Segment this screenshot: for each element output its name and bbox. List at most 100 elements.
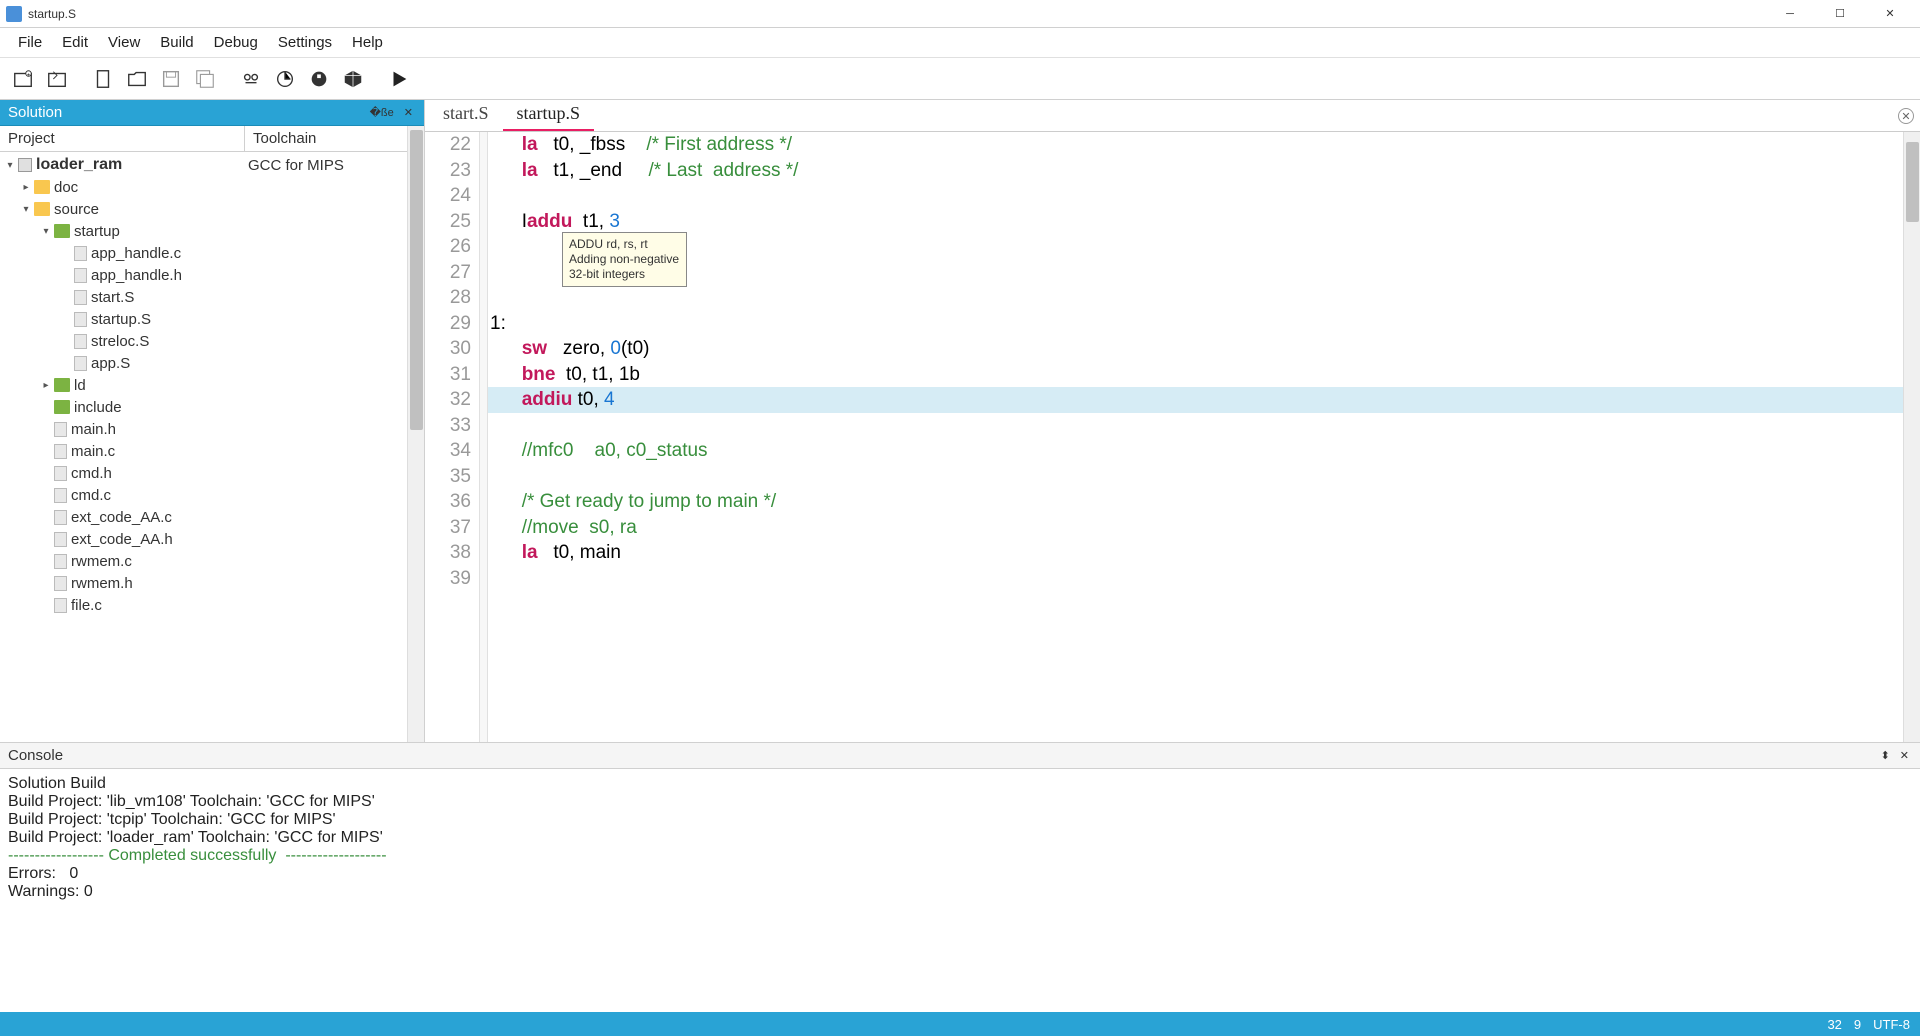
- project-icon: [18, 158, 32, 172]
- app-icon: [6, 6, 22, 22]
- menu-edit[interactable]: Edit: [52, 30, 98, 55]
- menu-help[interactable]: Help: [342, 30, 393, 55]
- tree-folder-include[interactable]: include: [0, 396, 407, 418]
- file-icon: [54, 488, 67, 503]
- folder-icon: [54, 224, 70, 238]
- file-icon: [74, 356, 87, 371]
- tree-folder-doc[interactable]: ▸doc: [0, 176, 407, 198]
- tree-folder-startup[interactable]: ▾startup: [0, 220, 407, 242]
- close-all-tabs-icon[interactable]: ✕: [1898, 108, 1914, 124]
- code-editor[interactable]: 22 23 24 25 26 27 28 29 30 31 32 33 34 3…: [425, 132, 1920, 742]
- tree-file[interactable]: ext_code_AA.h: [0, 528, 407, 550]
- menu-debug[interactable]: Debug: [204, 30, 268, 55]
- line-gutter: 22 23 24 25 26 27 28 29 30 31 32 33 34 3…: [425, 132, 480, 742]
- tree-file[interactable]: main.c: [0, 440, 407, 462]
- titlebar: startup.S ─ ☐ ✕: [0, 0, 1920, 28]
- tree-file[interactable]: rwmem.c: [0, 550, 407, 572]
- run-button[interactable]: [384, 64, 414, 94]
- tree-file[interactable]: file.c: [0, 594, 407, 616]
- menu-file[interactable]: File: [8, 30, 52, 55]
- console-header: Console ⬍ ✕: [0, 743, 1920, 769]
- console-panel: Console ⬍ ✕ Solution Build Build Project…: [0, 742, 1920, 1012]
- tree-toggle-icon[interactable]: ▾: [40, 226, 52, 237]
- tree-project-root[interactable]: ▾ loader_ram GCC for MIPS: [0, 154, 407, 176]
- code-content[interactable]: la t0, _fbss /* First address */ la t1, …: [488, 132, 1903, 742]
- project-columns-header: Project Toolchain: [0, 126, 407, 152]
- clean-button[interactable]: [270, 64, 300, 94]
- tree-file[interactable]: rwmem.h: [0, 572, 407, 594]
- file-icon: [74, 246, 87, 261]
- tree-file[interactable]: app_handle.c: [0, 242, 407, 264]
- menu-settings[interactable]: Settings: [268, 30, 342, 55]
- save-all-button[interactable]: [190, 64, 220, 94]
- file-icon: [54, 598, 67, 613]
- tree-file[interactable]: ext_code_AA.c: [0, 506, 407, 528]
- tree-toggle-icon[interactable]: ▸: [20, 182, 32, 193]
- project-tree[interactable]: ▾ loader_ram GCC for MIPS ▸doc ▾source ▾…: [0, 152, 407, 742]
- tab-start-S[interactable]: start.S: [429, 100, 503, 131]
- file-icon: [54, 444, 67, 459]
- folder-icon: [34, 180, 50, 194]
- tree-file[interactable]: startup.S: [0, 308, 407, 330]
- editor-panel: start.S startup.S ✕ 22 23 24 25 26 27 28…: [425, 100, 1920, 742]
- tooltip-signature: ADDU rd, rs, rt: [569, 237, 680, 252]
- svg-text:+: +: [27, 72, 30, 78]
- tree-file[interactable]: start.S: [0, 286, 407, 308]
- minimize-button[interactable]: ─: [1774, 2, 1806, 26]
- open-file-button[interactable]: [122, 64, 152, 94]
- file-icon: [74, 290, 87, 305]
- tree-file[interactable]: main.h: [0, 418, 407, 440]
- panel-pin-icon[interactable]: �ße: [367, 106, 397, 119]
- file-icon: [54, 422, 67, 437]
- window-controls: ─ ☐ ✕: [1774, 2, 1914, 26]
- package-button[interactable]: [338, 64, 368, 94]
- project-name: loader_ram: [36, 156, 122, 174]
- console-pin-icon[interactable]: ⬍: [1878, 749, 1893, 762]
- console-close-icon[interactable]: ✕: [1897, 749, 1912, 762]
- tab-startup-S[interactable]: startup.S: [503, 100, 595, 131]
- editor-scrollbar[interactable]: [1903, 132, 1920, 742]
- tree-file[interactable]: cmd.c: [0, 484, 407, 506]
- column-project[interactable]: Project: [0, 126, 245, 151]
- console-output[interactable]: Solution Build Build Project: 'lib_vm108…: [0, 769, 1920, 1012]
- file-icon: [74, 312, 87, 327]
- menubar: File Edit View Build Debug Settings Help: [0, 28, 1920, 58]
- solution-panel-header: Solution �ße ✕: [0, 100, 424, 126]
- file-icon: [54, 554, 67, 569]
- new-project-button[interactable]: +: [8, 64, 38, 94]
- menu-view[interactable]: View: [98, 30, 150, 55]
- open-project-button[interactable]: [42, 64, 72, 94]
- fold-margin[interactable]: [480, 132, 488, 742]
- tree-folder-source[interactable]: ▾source: [0, 198, 407, 220]
- toolchain-value: GCC for MIPS: [248, 157, 344, 174]
- status-encoding: UTF-8: [1873, 1017, 1910, 1032]
- toolbar: +: [0, 58, 1920, 100]
- file-icon: [54, 510, 67, 525]
- file-icon: [54, 576, 67, 591]
- save-button[interactable]: [156, 64, 186, 94]
- status-line: 32: [1827, 1017, 1841, 1032]
- statusbar: 32 9 UTF-8: [0, 1012, 1920, 1036]
- instruction-tooltip: ADDU rd, rs, rt Adding non-negative 32-b…: [562, 232, 687, 287]
- tree-file[interactable]: streloc.S: [0, 330, 407, 352]
- column-toolchain[interactable]: Toolchain: [245, 126, 324, 151]
- tree-toggle-icon[interactable]: ▾: [4, 160, 16, 171]
- file-icon: [54, 466, 67, 481]
- tree-folder-ld[interactable]: ▸ld: [0, 374, 407, 396]
- tree-toggle-icon[interactable]: ▸: [40, 380, 52, 391]
- window-title: startup.S: [28, 7, 76, 21]
- tree-toggle-icon[interactable]: ▾: [20, 204, 32, 215]
- tree-file[interactable]: cmd.h: [0, 462, 407, 484]
- close-button[interactable]: ✕: [1874, 2, 1906, 26]
- maximize-button[interactable]: ☐: [1824, 2, 1856, 26]
- tooltip-description: Adding non-negative 32-bit integers: [569, 252, 680, 282]
- tree-file[interactable]: app_handle.h: [0, 264, 407, 286]
- new-file-button[interactable]: [88, 64, 118, 94]
- panel-close-icon[interactable]: ✕: [401, 106, 416, 119]
- menu-build[interactable]: Build: [150, 30, 203, 55]
- project-scrollbar[interactable]: [407, 126, 424, 742]
- file-icon: [74, 268, 87, 283]
- tree-file[interactable]: app.S: [0, 352, 407, 374]
- rebuild-button[interactable]: [304, 64, 334, 94]
- build-button[interactable]: [236, 64, 266, 94]
